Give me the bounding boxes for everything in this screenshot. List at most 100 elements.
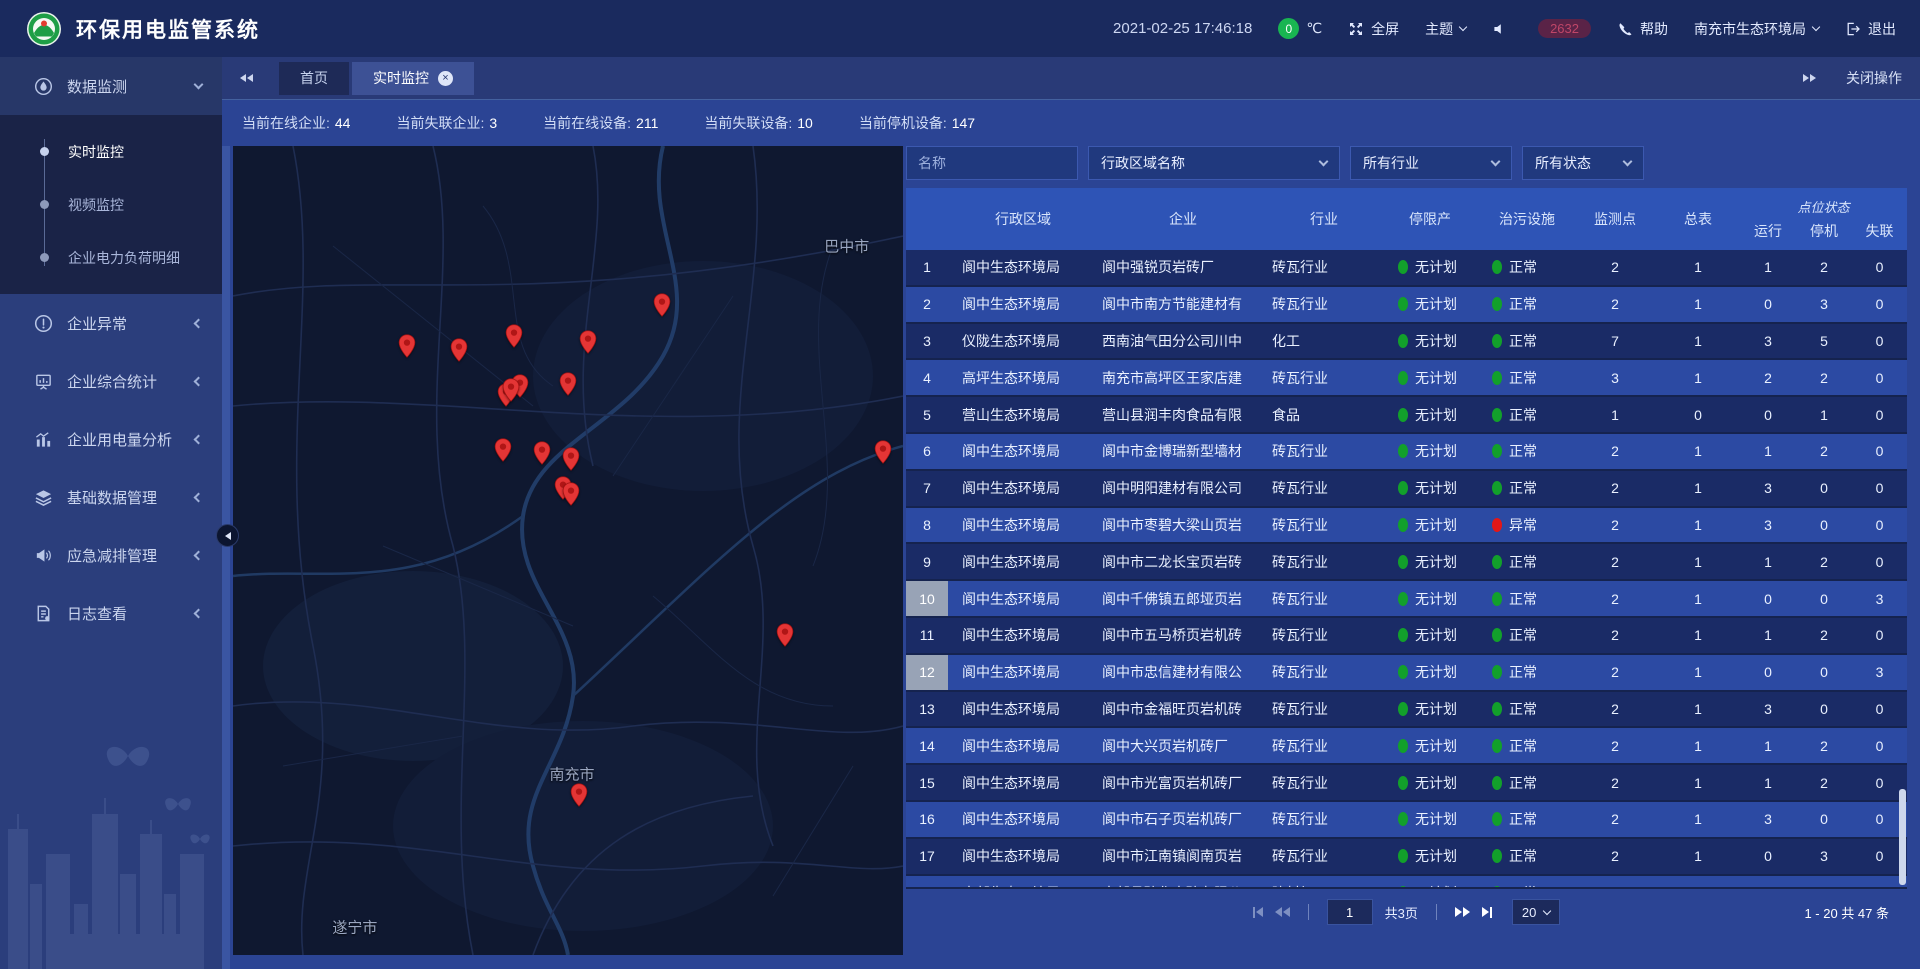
stat-label: 当前停机设备: xyxy=(859,115,947,131)
mute-button[interactable] xyxy=(1492,21,1508,37)
region-cell: 阆中生态环境局 xyxy=(948,287,1098,322)
stopped-cell: 0 xyxy=(1796,692,1852,727)
facility-status-cell: 正常 xyxy=(1480,471,1574,506)
last-page-button[interactable] xyxy=(1482,907,1492,918)
row-index-cell: 13 xyxy=(906,692,948,727)
map-pin[interactable] xyxy=(562,482,580,506)
limit-status-text: 无计划 xyxy=(1415,809,1457,829)
table-row[interactable]: 18南部生态环境局南部县砖化土砖有限公建材加工无计划正常60060 xyxy=(906,876,1907,887)
facility-status-cell: 正常 xyxy=(1480,544,1574,579)
stat-value: 211 xyxy=(636,115,658,131)
table-row[interactable]: 8阆中生态环境局阆中市枣碧大梁山页岩砖瓦行业无计划异常21300 xyxy=(906,508,1907,545)
map-pin[interactable] xyxy=(450,338,468,362)
stopped-cell: 0 xyxy=(1796,655,1852,690)
company-cell: 阆中市五马桥页岩机砖 xyxy=(1098,618,1268,653)
sidebar-item-enterprise-statistics[interactable]: 企业综合统计 xyxy=(0,352,222,410)
map-pin[interactable] xyxy=(579,330,597,354)
status-dot-icon xyxy=(1398,665,1408,679)
map-pin[interactable] xyxy=(874,440,892,464)
facility-status-cell: 正常 xyxy=(1480,692,1574,727)
sidebar-item-data-monitoring[interactable]: 数据监测 xyxy=(0,57,222,115)
status-dot-icon xyxy=(1398,481,1408,495)
map-pin[interactable] xyxy=(562,447,580,471)
user-menu[interactable]: 南充市生态环境局 xyxy=(1694,19,1819,39)
help-button[interactable]: 帮助 xyxy=(1617,19,1668,39)
map-pin[interactable] xyxy=(494,438,512,462)
sidebar-item-label: 基础数据管理 xyxy=(67,487,157,508)
region-cell: 阆中生态环境局 xyxy=(948,802,1098,837)
table-row[interactable]: 6阆中生态环境局阆中市金博瑞新型墙材砖瓦行业无计划正常21120 xyxy=(906,434,1907,471)
table-row[interactable]: 14阆中生态环境局阆中大兴页岩机砖厂砖瓦行业无计划正常21120 xyxy=(906,728,1907,765)
map-pin[interactable] xyxy=(398,334,416,358)
sidebar-item-base-data[interactable]: 基础数据管理 xyxy=(0,468,222,526)
table-row[interactable]: 12阆中生态环境局阆中市忠信建材有限公砖瓦行业无计划正常21003 xyxy=(906,655,1907,692)
region-filter-select[interactable]: 行政区域名称 xyxy=(1088,146,1340,180)
scrollbar-thumb[interactable] xyxy=(1899,789,1906,885)
map-pin[interactable] xyxy=(505,324,523,348)
close-operations-button[interactable]: 关闭操作 xyxy=(1846,68,1902,88)
tabs-scroll-right-button[interactable] xyxy=(1803,74,1816,82)
row-index-cell: 17 xyxy=(906,839,948,874)
running-cell: 3 xyxy=(1740,508,1796,543)
points-cell: 2 xyxy=(1574,692,1656,727)
status-filter-select[interactable]: 所有状态 xyxy=(1522,146,1644,180)
table-row[interactable]: 3仪陇生态环境局西南油气田分公司川中化工无计划正常71350 xyxy=(906,324,1907,361)
page-input[interactable] xyxy=(1327,899,1373,925)
status-dot-icon xyxy=(1398,776,1408,790)
name-filter-input[interactable] xyxy=(906,146,1078,180)
sidebar-item-log-view[interactable]: 日志查看 xyxy=(0,584,222,642)
facility-status-text: 正常 xyxy=(1509,589,1537,609)
logout-button[interactable]: 退出 xyxy=(1845,19,1896,39)
theme-menu[interactable]: 主题 xyxy=(1425,19,1466,39)
limit-status-cell: 无计划 xyxy=(1380,876,1480,887)
map-pin[interactable] xyxy=(653,293,671,317)
tab-realtime-monitor[interactable]: 实时监控 × xyxy=(352,62,474,95)
sidebar-subitem[interactable]: 视频监控 xyxy=(0,178,222,231)
map-pin[interactable] xyxy=(776,623,794,647)
table-row[interactable]: 17阆中生态环境局阆中市江南镇阆南页岩砖瓦行业无计划正常21030 xyxy=(906,839,1907,876)
notifications-button[interactable]: 2632 xyxy=(1534,19,1591,38)
facility-status-text: 正常 xyxy=(1509,736,1537,756)
stopped-cell: 5 xyxy=(1796,324,1852,359)
sidebar-subitem[interactable]: 企业电力负荷明细 xyxy=(0,231,222,284)
sidebar-item-enterprise-abnormal[interactable]: 企业异常 xyxy=(0,294,222,352)
prev-page-button[interactable] xyxy=(1275,907,1290,917)
first-page-button[interactable] xyxy=(1253,907,1263,918)
running-cell: 1 xyxy=(1740,618,1796,653)
table-row[interactable]: 7阆中生态环境局阆中明阳建材有限公司砖瓦行业无计划正常21300 xyxy=(906,471,1907,508)
table-row[interactable]: 15阆中生态环境局阆中市光富页岩机砖厂砖瓦行业无计划正常21120 xyxy=(906,765,1907,802)
table-row[interactable]: 10阆中生态环境局阆中千佛镇五郎垭页岩砖瓦行业无计划正常21003 xyxy=(906,581,1907,618)
splitter-rail[interactable] xyxy=(222,146,230,969)
tab-home[interactable]: 首页 xyxy=(279,62,349,95)
next-page-button[interactable] xyxy=(1455,907,1470,917)
status-dot-icon xyxy=(1492,592,1502,606)
table-row[interactable]: 16阆中生态环境局阆中市石子页岩机砖厂砖瓦行业无计划正常21300 xyxy=(906,802,1907,839)
table-row[interactable]: 2阆中生态环境局阆中市南方节能建材有砖瓦行业无计划正常21030 xyxy=(906,287,1907,324)
map-pin[interactable] xyxy=(533,441,551,465)
page-size-select[interactable]: 20 xyxy=(1512,899,1560,925)
sidebar-subitem[interactable]: 实时监控 xyxy=(0,125,222,178)
map-pin[interactable] xyxy=(570,783,588,807)
table-row[interactable]: 4高坪生态环境局南充市高坪区王家店建砖瓦行业无计划正常31220 xyxy=(906,360,1907,397)
table-row[interactable]: 13阆中生态环境局阆中市金福旺页岩机砖砖瓦行业无计划正常21300 xyxy=(906,692,1907,729)
stat-label: 当前在线设备: xyxy=(543,115,631,131)
chevron-down-icon xyxy=(1459,23,1467,31)
close-tab-icon[interactable]: × xyxy=(438,71,453,86)
sidebar-item-power-analysis[interactable]: 企业用电量分析 xyxy=(0,410,222,468)
map-pin[interactable] xyxy=(559,372,577,396)
tabs-scroll-left-button[interactable] xyxy=(240,74,253,82)
facility-status-text: 正常 xyxy=(1509,846,1537,866)
table-row[interactable]: 11阆中生态环境局阆中市五马桥页岩机砖砖瓦行业无计划正常21120 xyxy=(906,618,1907,655)
table-row[interactable]: 1阆中生态环境局阆中强锐页岩砖厂砖瓦行业无计划正常21120 xyxy=(906,250,1907,287)
map-pin[interactable] xyxy=(502,378,520,402)
presentation-icon xyxy=(34,372,53,391)
map-panel[interactable]: 巴中市南充市遂宁市 xyxy=(233,146,903,955)
table-row[interactable]: 5营山生态环境局营山县润丰肉食品有限食品无计划正常10010 xyxy=(906,397,1907,434)
log-file-icon xyxy=(34,604,53,623)
industry-filter-select[interactable]: 所有行业 xyxy=(1350,146,1512,180)
fullscreen-button[interactable]: 全屏 xyxy=(1348,19,1399,39)
points-cell: 2 xyxy=(1574,287,1656,322)
table-row[interactable]: 9阆中生态环境局阆中市二龙长宝页岩砖砖瓦行业无计划正常21120 xyxy=(906,544,1907,581)
sidebar-item-emergency-reduction[interactable]: 应急减排管理 xyxy=(0,526,222,584)
map-collapse-button[interactable] xyxy=(216,524,239,547)
